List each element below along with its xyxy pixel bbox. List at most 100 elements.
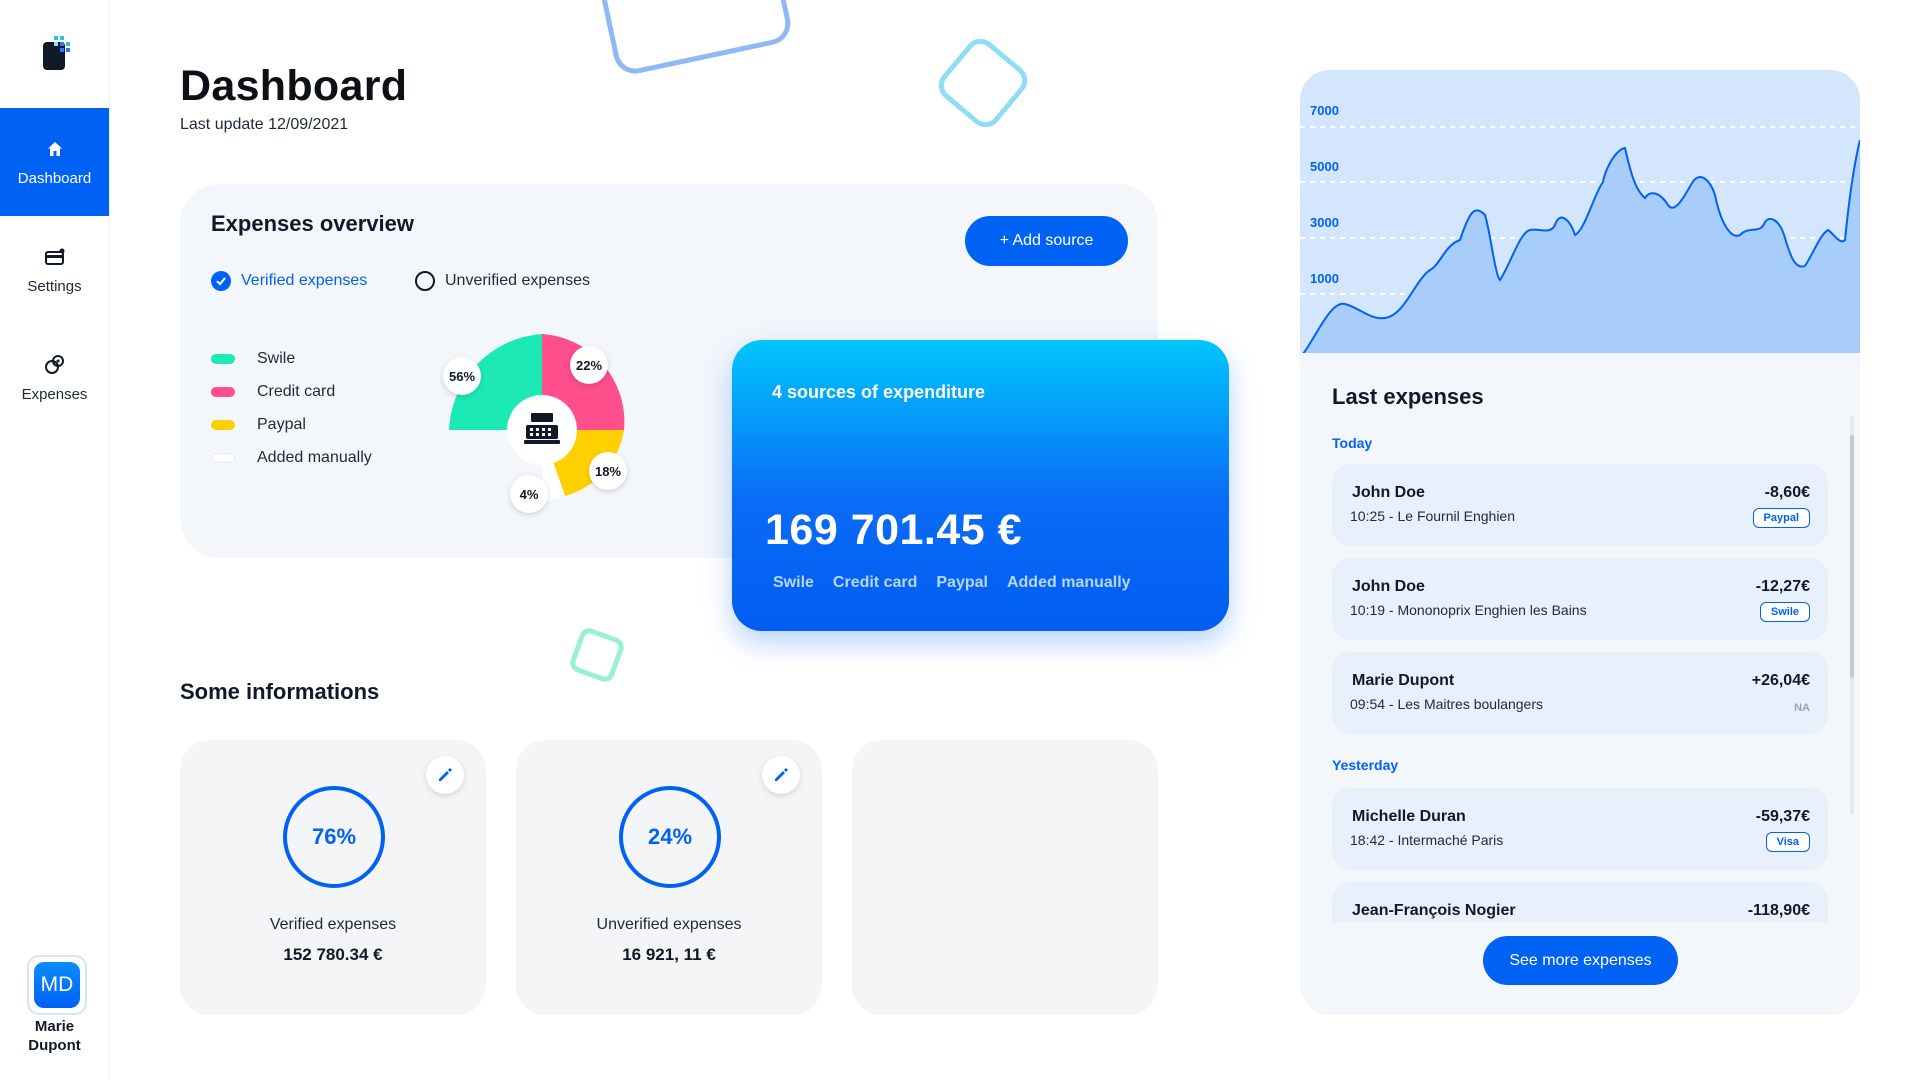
decorative-shape — [932, 32, 1034, 134]
see-more-expenses-button[interactable]: See more expenses — [1483, 936, 1678, 985]
filter-unverified[interactable]: Unverified expenses — [415, 271, 590, 291]
legend-item: Paypal — [211, 416, 306, 434]
expense-amount: -8,60€ — [1764, 484, 1810, 501]
verified-info-card: 76% Verified expenses 152 780.34 € — [180, 740, 486, 1015]
sources-count-title: 4 sources of expenditure — [772, 382, 986, 402]
expense-details: 18:42 - Intermaché Paris — [1350, 832, 1504, 848]
today-label: Today — [1332, 435, 1373, 451]
page-title: Dashboard — [180, 62, 408, 110]
y-tick-label: 7000 — [1310, 103, 1339, 118]
app-logo-icon — [43, 36, 70, 70]
expense-source-badge: Paypal — [1752, 508, 1810, 528]
area-chart-svg — [1300, 126, 1860, 359]
checked-circle-icon — [211, 271, 231, 291]
legend-item: Swile — [211, 350, 295, 368]
legend-swatch — [211, 420, 235, 430]
donut-label-credit-card: 22% — [570, 346, 608, 384]
expense-details: 10:25 - Le Fournil Enghien — [1350, 508, 1515, 524]
right-panel: 7000 5000 3000 1000 Last expenses Today … — [1300, 70, 1860, 1015]
user-name: Marie Dupont — [0, 1017, 109, 1055]
expense-item[interactable]: Marie Dupont 09:54 - Les Maitres boulang… — [1332, 652, 1828, 734]
info-label: Unverified expenses — [596, 916, 742, 933]
decorative-shape — [597, 0, 795, 78]
legend-swatch — [211, 354, 235, 364]
donut-label-manual: 4% — [510, 475, 548, 513]
source-paypal: Paypal — [936, 574, 988, 591]
pencil-icon — [439, 768, 452, 781]
filter-unverified-label: Unverified expenses — [445, 272, 590, 289]
empty-info-card — [852, 740, 1158, 1015]
pencil-icon — [775, 768, 788, 781]
unverified-percent-ring: 24% — [619, 786, 721, 888]
legend-item: Added manually — [211, 449, 372, 467]
yesterday-label: Yesterday — [1332, 757, 1399, 773]
legend-swatch — [211, 387, 235, 397]
legend-label: Added manually — [257, 449, 372, 466]
coins-icon — [44, 354, 66, 376]
expense-amount: -12,27€ — [1755, 578, 1810, 595]
avatar-initials: MD — [34, 962, 80, 1008]
sidebar-item-label: Expenses — [21, 385, 88, 403]
donut-label-paypal: 18% — [589, 452, 627, 490]
expense-source-na: NA — [1794, 702, 1810, 714]
unverified-info-card: 24% Unverified expenses 16 921, 11 € — [516, 740, 822, 1015]
donut-label-swile: 56% — [443, 357, 481, 395]
expense-name: John Doe — [1352, 578, 1425, 595]
legend-swatch — [211, 453, 235, 463]
sidebar-item-label: Settings — [27, 277, 82, 295]
expense-item[interactable]: John Doe 10:25 - Le Fournil Enghien -8,6… — [1332, 464, 1828, 546]
total-amount: 169 701.45 € — [765, 506, 1023, 554]
source-credit-card: Credit card — [832, 574, 918, 591]
source-manual: Added manually — [1006, 574, 1131, 591]
y-tick-label: 5000 — [1310, 159, 1339, 174]
edit-button[interactable] — [762, 756, 800, 794]
y-tick-label: 3000 — [1310, 215, 1339, 230]
y-tick-label: 1000 — [1310, 271, 1339, 286]
expense-name: Marie Dupont — [1352, 672, 1455, 689]
expense-name: John Doe — [1352, 484, 1425, 501]
expense-name: Michelle Duran — [1352, 808, 1466, 825]
filter-verified-label: Verified expenses — [241, 272, 368, 289]
card-icon — [44, 246, 66, 268]
expense-item[interactable]: Michelle Duran 18:42 - Intermaché Paris … — [1332, 788, 1828, 870]
legend-label: Swile — [257, 350, 296, 367]
verified-percent-ring: 76% — [283, 786, 385, 888]
expense-source-badge: Swile — [1759, 602, 1810, 622]
last-update-text: Last update 12/09/2021 — [180, 116, 349, 133]
edit-button[interactable] — [426, 756, 464, 794]
last-expenses-title: Last expenses — [1332, 384, 1484, 409]
home-icon — [44, 138, 66, 160]
filter-verified[interactable]: Verified expenses — [211, 271, 367, 291]
sidebar: Dashboard Settings Expenses MD Marie Dup… — [0, 0, 110, 1080]
info-value: 16 921, 11 € — [622, 945, 716, 964]
sidebar-item-label: Dashboard — [17, 169, 92, 187]
legend-label: Credit card — [257, 383, 336, 400]
source-swile: Swile — [773, 574, 814, 591]
avatar[interactable]: MD — [27, 955, 87, 1015]
expense-item[interactable]: John Doe 10:19 - Mononoprix Enghien les … — [1332, 558, 1828, 640]
expenses-overview-title: Expenses overview — [211, 211, 415, 236]
sources-list: Swile Credit card Paypal Added manually — [773, 574, 1131, 592]
expense-name: Jean-François Nogier — [1352, 902, 1516, 919]
area-fill — [1300, 140, 1860, 358]
legend-item: Credit card — [211, 383, 335, 401]
expense-amount: -59,37€ — [1755, 808, 1810, 825]
add-source-button[interactable]: + Add source — [965, 216, 1128, 266]
unchecked-circle-icon — [415, 271, 435, 291]
sidebar-item-expenses[interactable]: Expenses — [0, 324, 109, 432]
info-value: 152 780.34 € — [283, 945, 383, 964]
expenditure-summary-card: 4 sources of expenditure 169 701.45 € Sw… — [732, 340, 1229, 631]
informations-title: Some informations — [180, 679, 380, 704]
user-name-text: Marie Dupont — [28, 1018, 81, 1054]
sidebar-item-dashboard[interactable]: Dashboard — [0, 108, 109, 216]
expense-amount: +26,04€ — [1751, 672, 1810, 689]
legend-label: Paypal — [257, 416, 306, 433]
info-label: Verified expenses — [269, 916, 397, 933]
expense-item[interactable]: Jean-François Nogier -118,90€ — [1332, 882, 1828, 922]
expense-details: 09:54 - Les Maitres boulangers — [1350, 696, 1543, 712]
expenses-area-chart: 7000 5000 3000 1000 — [1300, 70, 1860, 359]
scrollbar-thumb[interactable] — [1850, 435, 1854, 678]
decorative-shape — [567, 625, 627, 685]
sidebar-item-settings[interactable]: Settings — [0, 216, 109, 324]
expense-details: 10:19 - Mononoprix Enghien les Bains — [1350, 602, 1587, 618]
